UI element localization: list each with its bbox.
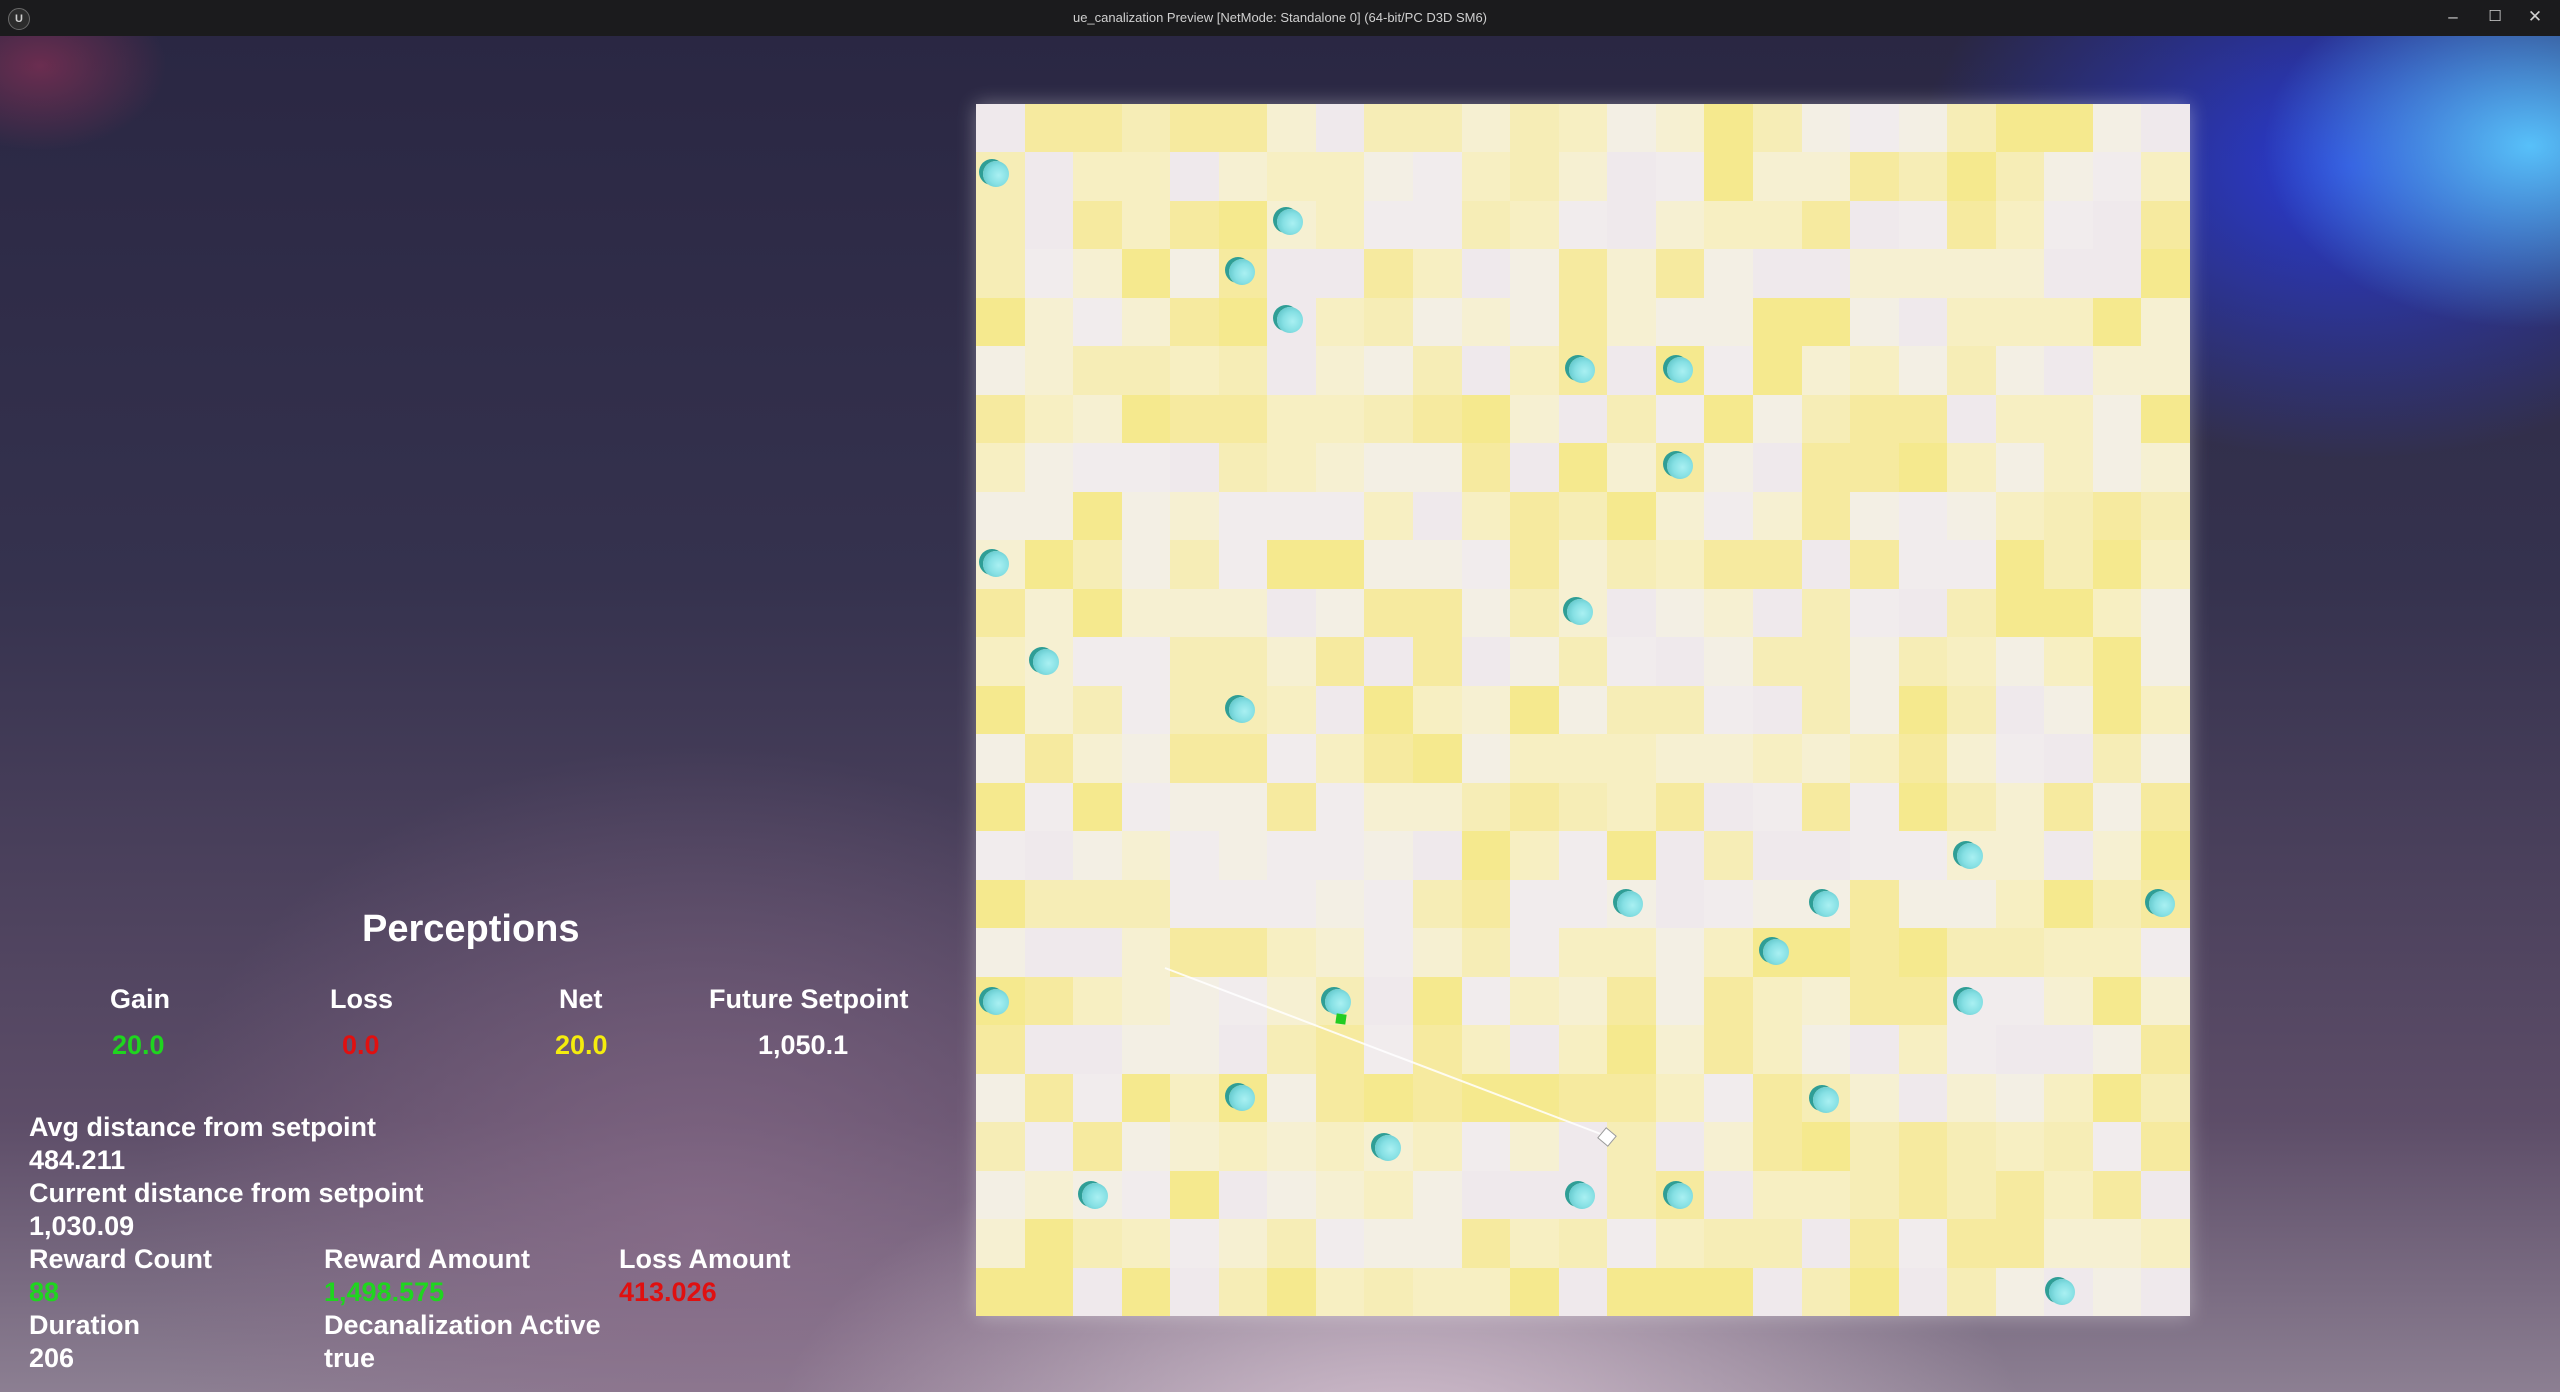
agent-sphere-icon <box>1667 453 1693 479</box>
agent-sphere-icon <box>2149 891 2175 917</box>
agent-sphere-icon <box>1375 1135 1401 1161</box>
future-setpoint-value: 1,050.1 <box>758 1030 849 1060</box>
duration-label: Duration <box>29 1310 140 1340</box>
current-distance-value: 1,030.09 <box>29 1211 135 1241</box>
loss-label: Loss <box>330 984 394 1014</box>
agent-sphere-icon <box>1567 599 1593 625</box>
current-distance-label: Current distance from setpoint <box>29 1178 424 1208</box>
loss-amount-label: Loss Amount <box>619 1244 791 1274</box>
agent-sphere-icon <box>1813 1087 1839 1113</box>
decanalization-label: Decanalization Active <box>324 1310 601 1340</box>
minimize-button[interactable]: – <box>2436 3 2470 31</box>
reward-amount-value: 1,498.575 <box>324 1277 445 1307</box>
loss-amount-value: 413.026 <box>619 1277 717 1307</box>
agent-sphere-icon <box>983 161 1009 187</box>
player-marker-icon <box>1335 1013 1347 1025</box>
agent-sphere-icon <box>1277 209 1303 235</box>
agent-sphere-icon <box>1763 939 1789 965</box>
agent-sphere-icon <box>1667 357 1693 383</box>
decanalization-value: true <box>324 1343 376 1373</box>
gain-value: 20.0 <box>112 1030 165 1060</box>
duration-value: 206 <box>29 1343 75 1373</box>
avg-distance-value: 484.211 <box>29 1145 126 1175</box>
agent-sphere-icon <box>983 989 1009 1015</box>
agent-sphere-icon <box>1229 697 1255 723</box>
reward-amount-label: Reward Amount <box>324 1244 531 1274</box>
net-label: Net <box>559 984 603 1014</box>
agent-sphere-icon <box>1229 259 1255 285</box>
game-viewport[interactable]: Perceptions Gain Loss Net Future Setpoin… <box>0 36 2560 1392</box>
agent-sphere-icon <box>1957 843 1983 869</box>
agent-sphere-icon <box>1229 1085 1255 1111</box>
maximize-button[interactable]: ☐ <box>2478 3 2512 31</box>
window-title-bar: U ue_canalization Preview [NetMode: Stan… <box>0 0 2560 37</box>
hud-title: Perceptions <box>362 908 580 950</box>
loss-value: 0.0 <box>342 1030 380 1060</box>
agent-sphere-icon <box>2049 1279 2075 1305</box>
avg-distance-label: Avg distance from setpoint <box>29 1112 377 1142</box>
agent-sphere-icon <box>1667 1183 1693 1209</box>
agent-sphere-icon <box>1813 891 1839 917</box>
net-value: 20.0 <box>555 1030 608 1060</box>
agent-sphere-icon <box>1569 1183 1595 1209</box>
agent-sphere-icon <box>1957 989 1983 1015</box>
reward-count-value: 88 <box>29 1277 60 1307</box>
gain-label: Gain <box>110 984 171 1014</box>
close-button[interactable]: ✕ <box>2518 3 2552 31</box>
agent-sphere-icon <box>1325 989 1351 1015</box>
agent-sphere-icon <box>1277 307 1303 333</box>
agent-sphere-icon <box>1082 1183 1108 1209</box>
agent-sphere-icon <box>1569 357 1595 383</box>
future-setpoint-label: Future Setpoint <box>709 984 909 1014</box>
agent-sphere-icon <box>983 551 1009 577</box>
window-title: ue_canalization Preview [NetMode: Standa… <box>1072 10 1488 25</box>
agent-sphere-icon <box>1617 891 1643 917</box>
agent-sphere-icon <box>1033 649 1059 675</box>
reward-count-label: Reward Count <box>29 1244 213 1274</box>
